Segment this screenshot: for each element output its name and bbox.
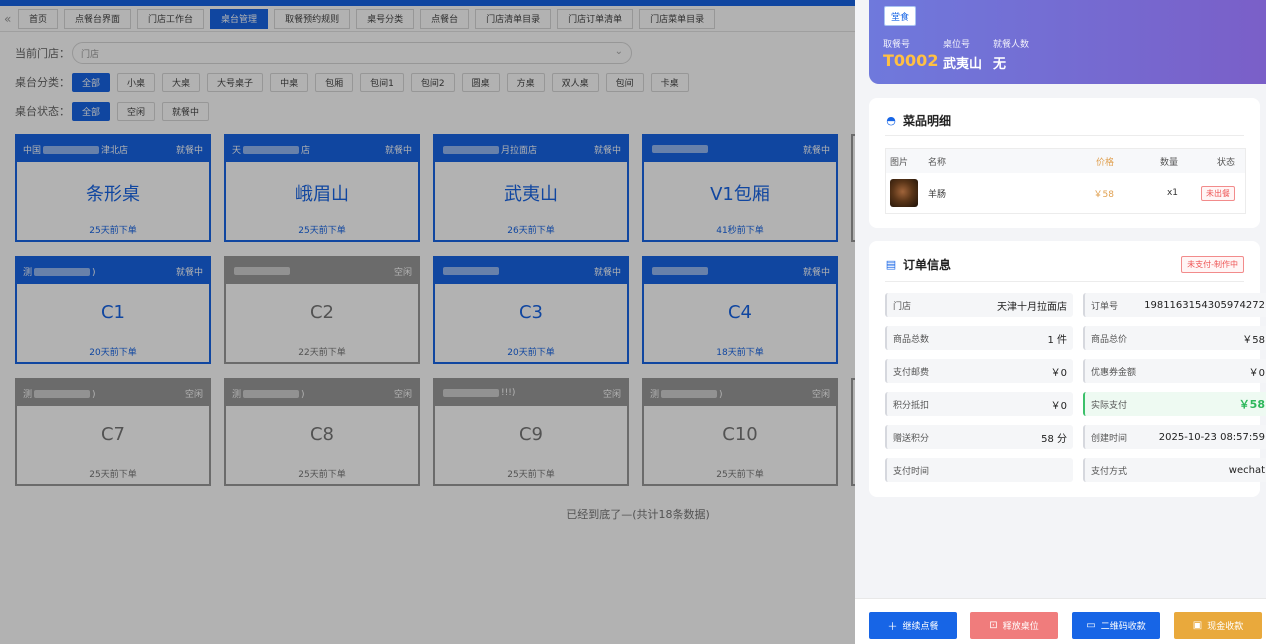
release-table-button[interactable]: ⊡ 释放桌位 (970, 612, 1058, 639)
qrcode-payment-label: 二维码收款 (1100, 622, 1146, 632)
plus-icon: ＋ (887, 622, 898, 633)
order-panel-title-text: 订单信息 (903, 258, 952, 272)
info-label: 商品总价 (1091, 334, 1128, 345)
info-value: ￥0 (1050, 367, 1067, 379)
info-label: 支付方式 (1091, 466, 1128, 477)
info-value: 1981163154305974272 (1144, 299, 1265, 311)
info-label: 订单号 (1091, 301, 1119, 312)
cash-payment-button[interactable]: ▣ 现金收款 (1174, 612, 1262, 639)
drawer-footer: ＋ 继续点餐 ⊡ 释放桌位 ▭ 二维码收款 ▣ 现金收款 (855, 598, 1266, 644)
release-table-label: 释放桌位 (1002, 622, 1039, 632)
table-row: 羊肠 ￥58 x1 未出餐 (886, 173, 1245, 213)
dish-table: 图片 名称 价格 数量 状态 羊肠 ￥58 x1 未出餐 (885, 148, 1246, 214)
order-status-badge: 未支付-制作中 (1181, 256, 1244, 273)
dish-status-cell: 未出餐 (1178, 185, 1243, 201)
info-value: 58 分 (1041, 433, 1067, 445)
diners-count: 无 (993, 57, 1007, 72)
continue-order-label: 继续点餐 (902, 622, 939, 632)
pickup-number-label: 取餐号 (883, 40, 911, 50)
info-label: 支付时间 (893, 466, 930, 477)
divider (885, 281, 1244, 282)
table-number-label: 桌位号 (943, 40, 971, 50)
cash-icon: ▣ (1192, 620, 1203, 631)
dish-qty: x1 (1166, 188, 1178, 198)
dine-in-badge: 堂食 (884, 6, 916, 26)
order-info-item: 商品总数 1 件 (885, 326, 1073, 350)
col-name: 名称 (928, 157, 947, 168)
order-info-item: 支付邮费 ￥0 (885, 359, 1073, 383)
document-icon: ▤ (885, 258, 897, 271)
info-label: 赠送积分 (893, 433, 930, 444)
dish-panel-title: ◓ 菜品明细 (885, 112, 951, 129)
col-qty: 数量 (1159, 157, 1178, 168)
dish-image (890, 179, 918, 207)
dish-name: 羊肠 (928, 189, 947, 200)
info-value: ￥58 (1238, 398, 1265, 411)
continue-order-button[interactable]: ＋ 继续点餐 (869, 612, 957, 639)
info-value: ￥0 (1248, 367, 1265, 379)
order-detail-drawer: 堂食 取餐号 T0002 桌位号 武夷山 就餐人数 无 ◓ 菜品明细 图片 名称… (855, 0, 1266, 644)
qrcode-payment-button[interactable]: ▭ 二维码收款 (1072, 612, 1160, 639)
table-number: 武夷山 (943, 57, 983, 72)
info-value: ￥58 (1242, 334, 1265, 346)
order-info-item: 积分抵扣 ￥0 (885, 392, 1073, 416)
dish-panel-title-text: 菜品明细 (903, 114, 952, 128)
col-status: 状态 (1216, 157, 1235, 168)
order-info-panel: ▤ 订单信息 未支付-制作中 门店 天津十月拉面店 订单号 1981163154305… (869, 241, 1266, 497)
col-image: 图片 (890, 157, 909, 168)
order-info-item: 赠送积分 58 分 (885, 425, 1073, 449)
order-header: 堂食 取餐号 T0002 桌位号 武夷山 就餐人数 无 (869, 0, 1266, 84)
info-value: ￥0 (1050, 400, 1067, 412)
dish-image-cell (886, 179, 928, 207)
pickup-number: T0002 (883, 51, 939, 70)
info-label: 积分抵扣 (893, 400, 930, 411)
order-info-item: 支付时间 (885, 458, 1073, 482)
dish-price: ￥58 (1093, 189, 1114, 200)
unlock-icon: ⊡ (989, 620, 998, 631)
info-value: 天津十月拉面店 (997, 301, 1067, 313)
info-label: 门店 (893, 301, 912, 312)
info-value: 2025-10-23 08:57:59 (1158, 431, 1265, 443)
order-info-item: 门店 天津十月拉面店 (885, 293, 1073, 317)
order-info-item: 支付方式 wechat (1083, 458, 1266, 482)
info-value: 1 件 (1047, 334, 1067, 346)
card-icon: ▭ (1086, 620, 1096, 631)
col-price: 价格 (1095, 157, 1114, 168)
info-value: wechat (1228, 464, 1265, 476)
dish-table-header: 图片 名称 价格 数量 状态 (886, 149, 1245, 173)
order-info-item: 优惠券金额 ￥0 (1083, 359, 1266, 383)
status-badge: 未出餐 (1201, 185, 1235, 201)
info-label: 商品总数 (893, 334, 930, 345)
order-info-item: 创建时间 2025-10-23 08:57:59 (1083, 425, 1266, 449)
cash-payment-label: 现金收款 (1207, 622, 1244, 632)
info-label: 实际支付 (1091, 400, 1128, 411)
modal-overlay[interactable] (0, 0, 855, 644)
info-label: 优惠券金额 (1091, 367, 1137, 378)
divider (885, 135, 1244, 136)
table-management-page: « 首页 点餐台界面 门店工作台 桌台管理 取餐预约规则 桌号分类 点餐台 门店… (0, 0, 855, 644)
order-panel-title: ▤ 订单信息 (885, 256, 951, 273)
order-info-item: 实际支付 ￥58 (1083, 392, 1266, 416)
info-label: 支付邮费 (893, 367, 930, 378)
dish-detail-panel: ◓ 菜品明细 图片 名称 价格 数量 状态 羊肠 ￥58 x1 未出餐 (869, 98, 1260, 228)
info-label: 创建时间 (1091, 433, 1128, 444)
order-info-item: 商品总价 ￥58 (1083, 326, 1266, 350)
bowl-icon: ◓ (886, 114, 896, 127)
order-info-item: 订单号 1981163154305974272 (1083, 293, 1266, 317)
diners-label: 就餐人数 (993, 40, 1030, 50)
